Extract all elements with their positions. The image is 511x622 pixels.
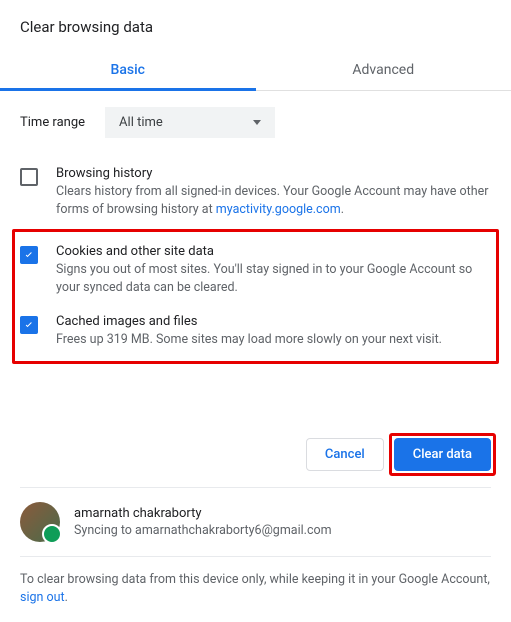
item-history-title: Browsing history — [56, 166, 491, 181]
footer-post: . — [65, 590, 68, 605]
item-history-desc-post: . — [341, 202, 344, 217]
time-range-label: Time range — [20, 115, 85, 130]
checkbox-cookies[interactable] — [20, 246, 38, 264]
clear-data-button-label: Clear data — [413, 447, 472, 462]
tab-basic-label: Basic — [111, 62, 145, 78]
avatar — [20, 502, 60, 542]
dialog-title: Clear browsing data — [0, 0, 511, 50]
item-cache-title: Cached images and files — [56, 314, 491, 329]
footer-text: To clear browsing data from this device … — [20, 556, 491, 609]
myactivity-link[interactable]: myactivity.google.com — [216, 202, 341, 217]
cancel-button[interactable]: Cancel — [306, 438, 384, 471]
item-cookies: Cookies and other site data Signs you ou… — [20, 236, 491, 305]
tab-advanced-label: Advanced — [352, 62, 414, 78]
items-list: Browsing history Clears history from all… — [0, 154, 511, 378]
time-range-value: All time — [119, 115, 163, 130]
footer-pre: To clear browsing data from this device … — [20, 572, 490, 587]
time-range-select[interactable]: All time — [105, 107, 275, 138]
sign-out-link[interactable]: sign out — [20, 590, 65, 605]
checkbox-cache[interactable] — [20, 316, 38, 334]
account-row: amarnath chakraborty Syncing to amarnath… — [20, 487, 491, 552]
chevron-down-icon — [253, 120, 261, 125]
item-cache: Cached images and files Frees up 319 MB.… — [20, 306, 491, 357]
tab-advanced[interactable]: Advanced — [256, 50, 511, 90]
cancel-button-label: Cancel — [325, 447, 365, 462]
dialog: Clear browsing data Basic Advanced Time … — [0, 0, 511, 608]
highlight-box: Cookies and other site data Signs you ou… — [12, 229, 499, 363]
tabs: Basic Advanced — [0, 50, 511, 91]
checkbox-history[interactable] — [20, 168, 38, 186]
clear-button-highlight: Clear data — [389, 433, 496, 476]
account-name: amarnath chakraborty — [74, 506, 332, 521]
item-cookies-title: Cookies and other site data — [56, 244, 491, 259]
item-cache-desc: Frees up 319 MB. Some sites may load mor… — [56, 331, 491, 349]
time-range-row: Time range All time — [0, 91, 511, 154]
item-cookies-desc: Signs you out of most sites. You'll stay… — [56, 261, 491, 297]
tab-basic[interactable]: Basic — [0, 50, 256, 90]
item-history-desc: Clears history from all signed-in device… — [56, 183, 491, 219]
button-row: Cancel Clear data — [0, 378, 511, 487]
account-sync: Syncing to amarnathchakraborty6@gmail.co… — [74, 523, 332, 538]
clear-data-button[interactable]: Clear data — [394, 438, 491, 471]
item-browsing-history: Browsing history Clears history from all… — [20, 158, 491, 227]
